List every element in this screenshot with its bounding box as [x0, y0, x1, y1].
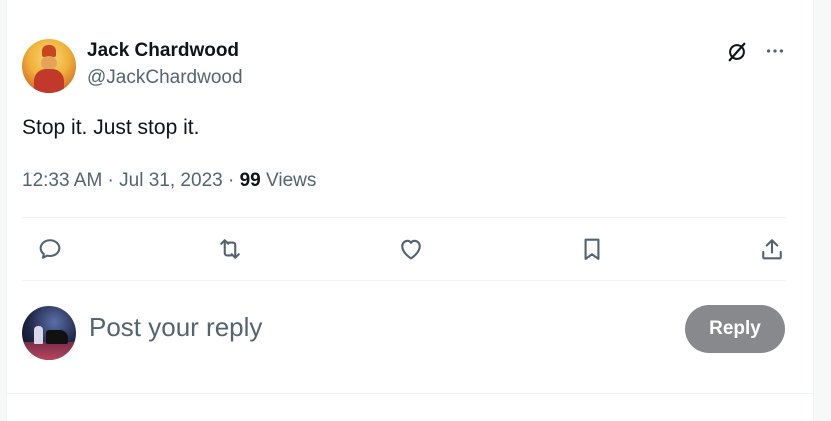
more-icon[interactable] — [764, 40, 786, 62]
divider-bottom — [22, 280, 786, 281]
user-avatar[interactable] — [22, 306, 76, 360]
bookmark-icon[interactable] — [578, 235, 606, 263]
author-name[interactable]: Jack Chardwood — [87, 40, 239, 62]
tweet-meta: 12:33 AM · Jul 31, 2023 · 99 Views — [22, 170, 316, 192]
share-icon[interactable] — [758, 235, 786, 263]
avatar-stage-shape — [22, 342, 76, 360]
grok-icon[interactable] — [726, 41, 748, 63]
divider-top — [22, 217, 786, 218]
next-item-area — [6, 394, 814, 421]
avatar-body-shape — [34, 69, 64, 93]
avatar-face-shape — [41, 56, 57, 70]
like-icon[interactable] — [397, 235, 425, 263]
meta-separator: · — [222, 170, 240, 191]
meta-separator: · — [102, 170, 120, 191]
reply-icon[interactable] — [36, 235, 64, 263]
views-label: Views — [260, 170, 317, 191]
avatar-person-shape — [34, 326, 43, 344]
avatar-piano-shape — [46, 330, 68, 344]
tweet-text: Stop it. Just stop it. — [22, 116, 200, 139]
author-handle[interactable]: @JackChardwood — [87, 67, 243, 89]
author-avatar[interactable] — [22, 39, 76, 93]
reply-button[interactable]: Reply — [685, 305, 785, 353]
tweet-date[interactable]: Jul 31, 2023 — [119, 170, 223, 191]
tweet-time[interactable]: 12:33 AM — [22, 170, 102, 191]
reply-input[interactable]: Post your reply — [89, 312, 262, 343]
view-count: 99 — [239, 170, 261, 191]
retweet-icon[interactable] — [216, 235, 244, 263]
